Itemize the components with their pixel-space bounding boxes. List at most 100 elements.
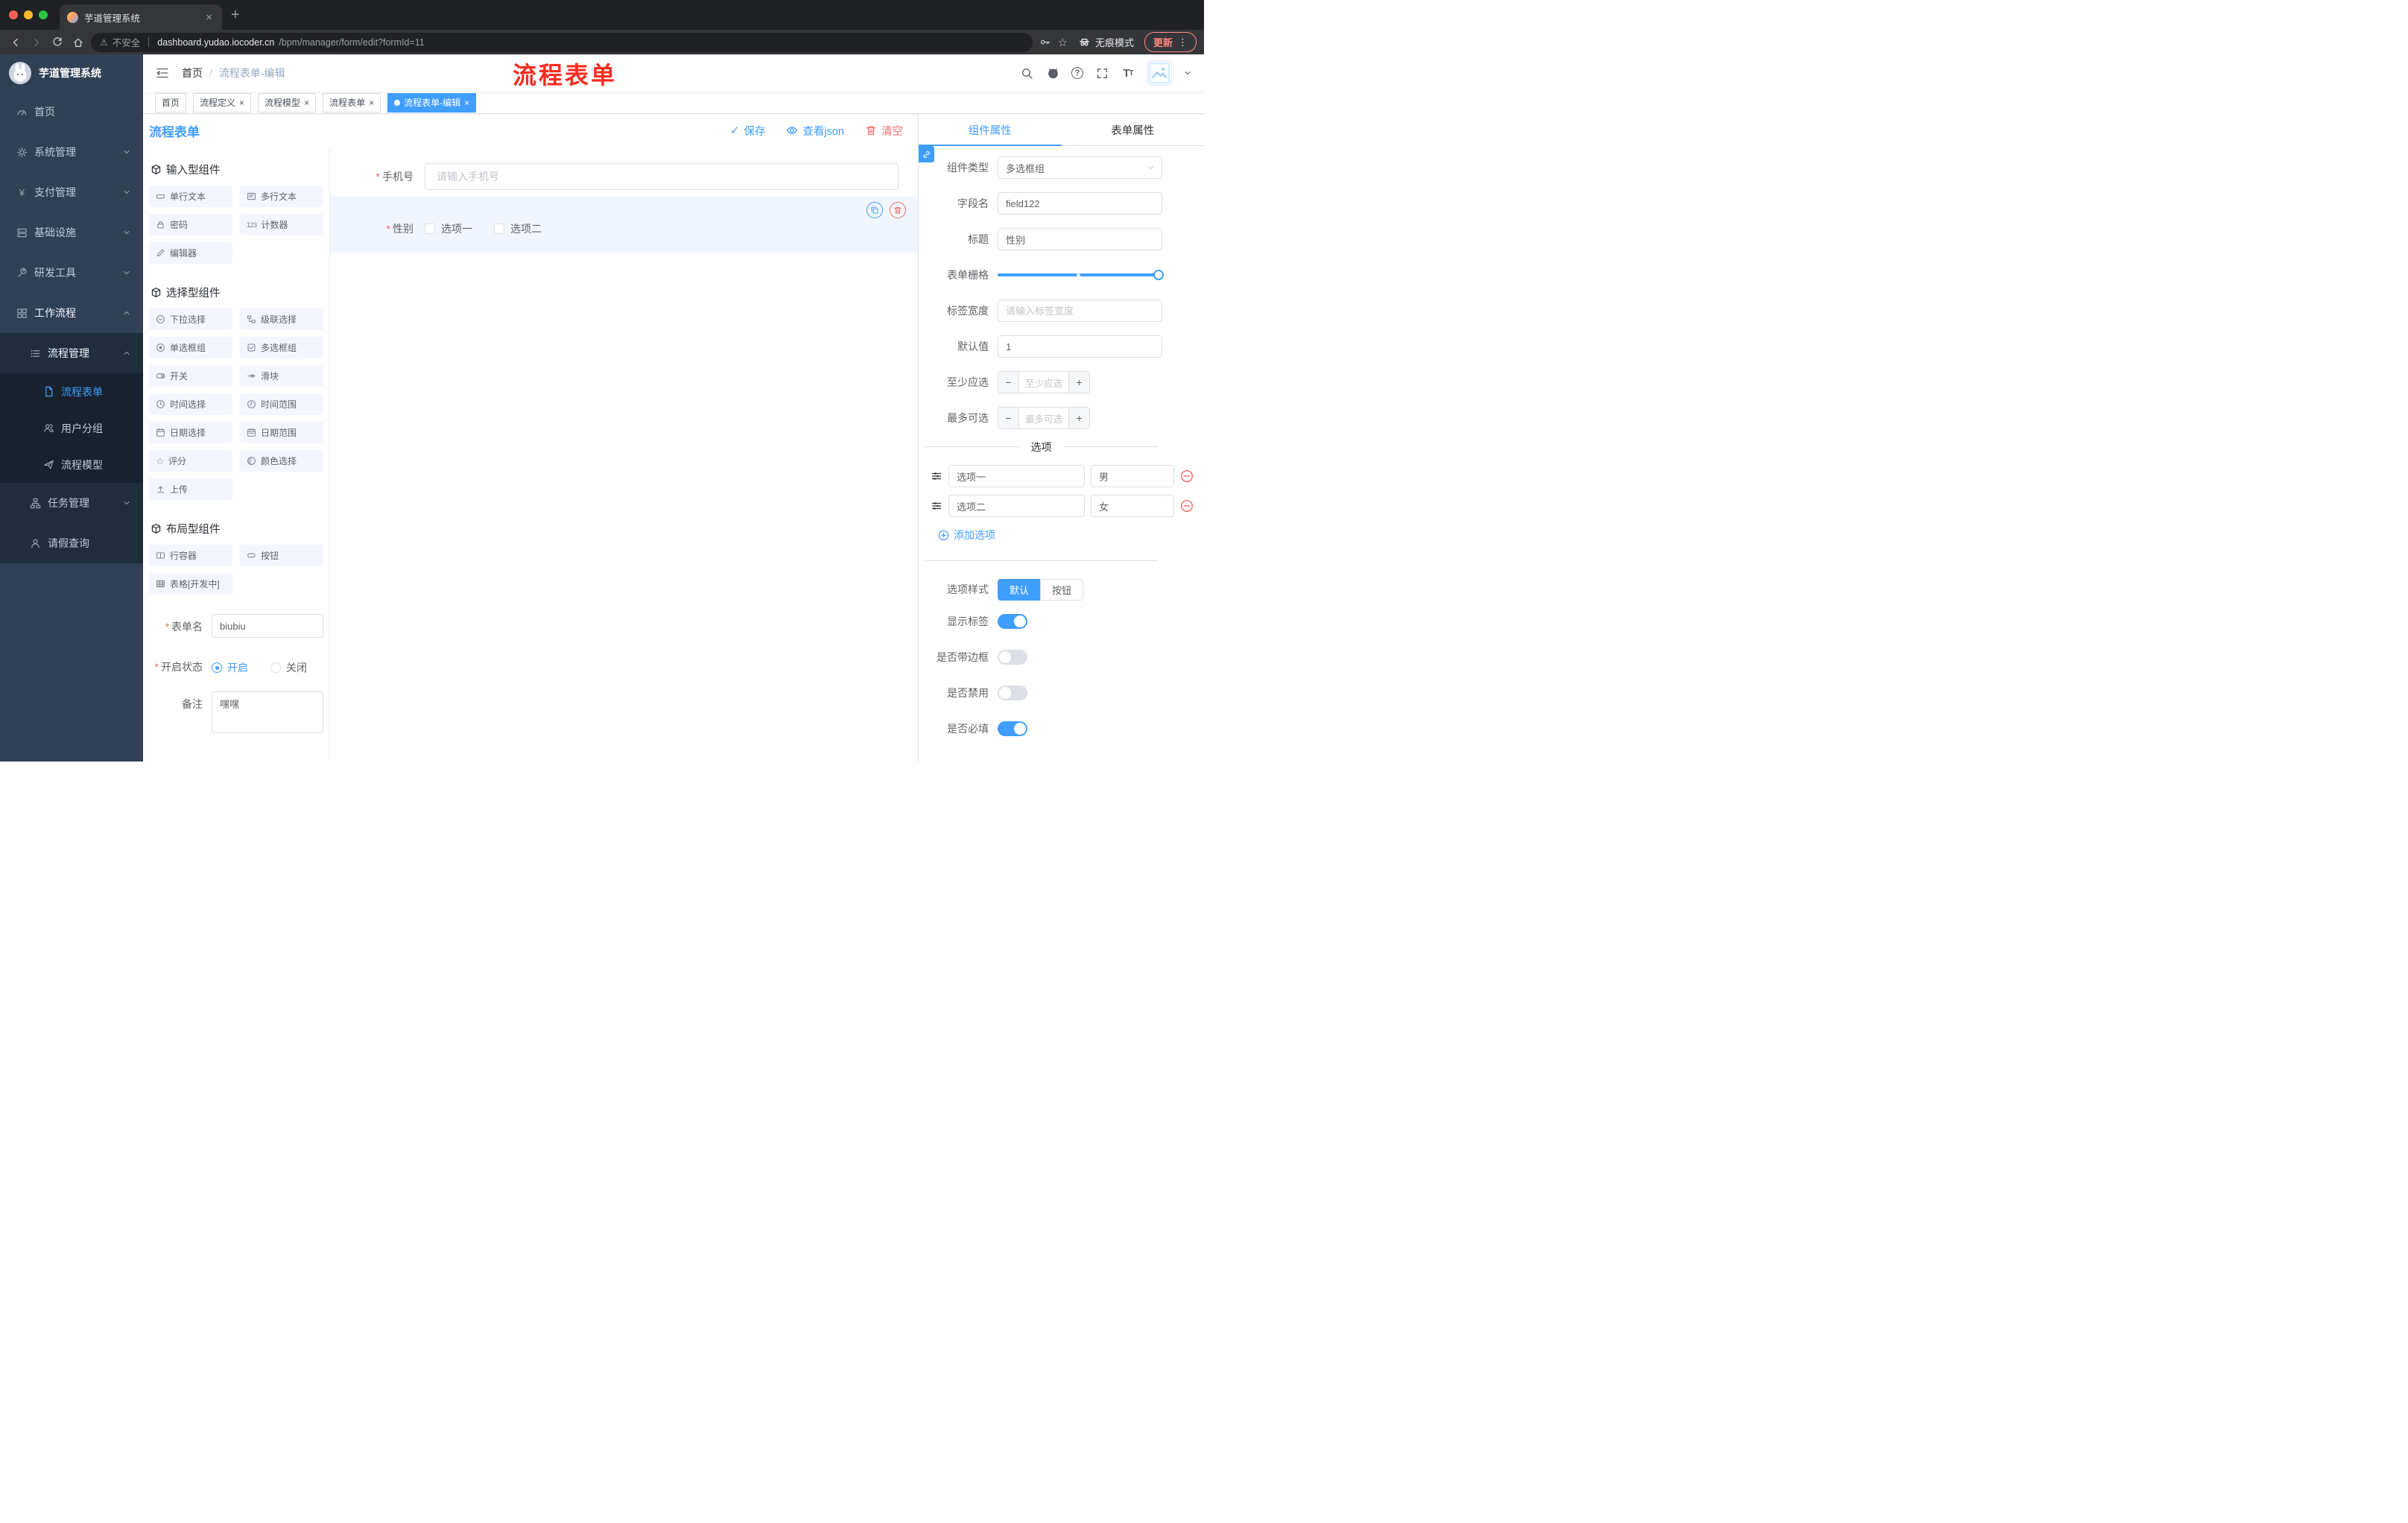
github-icon[interactable]	[1045, 66, 1060, 80]
component-chip-cascader[interactable]: 级联选择	[240, 308, 323, 330]
slider-thumb[interactable]	[1153, 270, 1164, 280]
style-default-button[interactable]: 默认	[998, 578, 1042, 601]
tab-component-props[interactable]: 组件属性	[919, 114, 1062, 146]
tab-close-icon[interactable]: ×	[203, 11, 215, 24]
tag-close-icon[interactable]: ×	[369, 98, 374, 108]
phone-input[interactable]	[425, 163, 899, 190]
component-chip-time-range[interactable]: 时间范围	[240, 393, 323, 415]
tab-form-props[interactable]: 表单属性	[1062, 114, 1205, 145]
sidebar-item-payment[interactable]: ¥ 支付管理	[0, 172, 143, 212]
show-label-toggle[interactable]	[998, 613, 1027, 629]
tag-process-form-edit[interactable]: 流程表单-编辑 ×	[387, 92, 477, 113]
save-button[interactable]: ✓ 保存	[730, 123, 766, 139]
required-toggle[interactable]	[998, 721, 1027, 736]
fullscreen-icon[interactable]	[1094, 66, 1109, 80]
sidebar-item-process-management[interactable]: 流程管理	[0, 333, 143, 373]
selected-widget-gender[interactable]: * 性别 选项一 选项二	[330, 197, 918, 253]
add-option-button[interactable]: 添加选项	[938, 528, 995, 542]
component-chip-table[interactable]: 表格[开发中]	[149, 573, 232, 595]
breadcrumb-home[interactable]: 首页	[182, 66, 203, 80]
max-select-value[interactable]: 最多可选	[1019, 408, 1068, 428]
component-chip-editor[interactable]: 编辑器	[149, 242, 232, 264]
browser-menu-icon[interactable]: ⋮	[1178, 37, 1188, 48]
forward-icon[interactable]	[28, 34, 45, 51]
component-type-select[interactable]: 多选框组	[998, 156, 1162, 179]
component-chip-date-range[interactable]: 日期范围	[240, 422, 323, 443]
component-chip-button[interactable]: 按钮	[240, 545, 323, 566]
component-chip-slider[interactable]: 滑块	[240, 365, 323, 387]
search-icon[interactable]	[1019, 66, 1034, 80]
option1-label-input[interactable]	[948, 465, 1085, 487]
tag-close-icon[interactable]: ×	[239, 98, 244, 108]
back-icon[interactable]	[7, 34, 24, 51]
sidebar-toggle-icon[interactable]	[155, 66, 170, 80]
default-value-input[interactable]	[998, 335, 1162, 358]
view-json-button[interactable]: 查看json	[786, 123, 844, 139]
form-name-input[interactable]	[212, 614, 323, 638]
option2-value-input[interactable]	[1091, 495, 1174, 517]
component-chip-counter[interactable]: 123 计数器	[240, 214, 323, 235]
form-grid-slider[interactable]	[998, 264, 1164, 286]
remove-option-icon[interactable]	[1180, 499, 1194, 513]
option1-value-input[interactable]	[1091, 465, 1174, 487]
bookmark-star-icon[interactable]: ☆	[1058, 36, 1068, 49]
sidebar-item-dev-tools[interactable]: 研发工具	[0, 253, 143, 293]
remove-option-icon[interactable]	[1180, 469, 1194, 483]
tag-close-icon[interactable]: ×	[464, 98, 469, 108]
address-bar[interactable]: ⚠ 不安全 dashboard.yudao.iocoder.cn/bpm/man…	[91, 32, 1033, 52]
component-chip-password[interactable]: 密码	[149, 214, 232, 235]
component-chip-single-line-text[interactable]: 单行文本	[149, 186, 232, 207]
user-avatar[interactable]	[1147, 60, 1172, 86]
zoom-window-button[interactable]	[39, 10, 48, 19]
component-chip-select[interactable]: 下拉选择	[149, 308, 232, 330]
browser-tab[interactable]: 芋道管理系统 ×	[60, 4, 222, 30]
drag-handle-icon[interactable]	[931, 500, 942, 512]
avatar-caret-icon[interactable]	[1183, 69, 1192, 77]
label-width-input[interactable]	[998, 300, 1162, 322]
status-off-radio[interactable]: 关闭	[270, 660, 307, 675]
component-chip-time-picker[interactable]: 时间选择	[149, 393, 232, 415]
increase-icon[interactable]: +	[1068, 408, 1089, 428]
component-chip-row-container[interactable]: 行容器	[149, 545, 232, 566]
decrease-icon[interactable]: −	[998, 372, 1019, 393]
delete-widget-button[interactable]	[890, 202, 906, 218]
increase-icon[interactable]: +	[1068, 372, 1089, 393]
browser-update-button[interactable]: 更新 ⋮	[1144, 32, 1197, 52]
tag-process-model[interactable]: 流程模型 ×	[258, 92, 317, 113]
gender-option2-checkbox[interactable]: 选项二	[494, 221, 542, 236]
sidebar-item-workflow[interactable]: 工作流程	[0, 293, 143, 333]
status-on-radio[interactable]: 开启	[212, 660, 248, 675]
logo-area[interactable]: 芋道管理系统	[0, 54, 143, 92]
tag-close-icon[interactable]: ×	[304, 98, 309, 108]
component-chip-date-picker[interactable]: 日期选择	[149, 422, 232, 443]
drag-handle-icon[interactable]	[931, 470, 942, 482]
title-input[interactable]	[998, 228, 1162, 250]
sidebar-item-system[interactable]: 系统管理	[0, 132, 143, 172]
style-button-button[interactable]: 按钮	[1040, 578, 1084, 601]
option2-label-input[interactable]	[948, 495, 1085, 517]
tag-home[interactable]: 首页	[155, 92, 187, 113]
help-icon[interactable]: ?	[1071, 67, 1083, 79]
link-badge[interactable]	[919, 146, 934, 162]
component-chip-color-picker[interactable]: 颜色选择	[240, 450, 323, 472]
sidebar-item-user-group[interactable]: 用户分组	[0, 410, 143, 446]
decrease-icon[interactable]: −	[998, 408, 1019, 428]
field-name-input[interactable]	[998, 192, 1162, 215]
sidebar-item-task-management[interactable]: 任务管理	[0, 483, 143, 523]
disabled-toggle[interactable]	[998, 685, 1027, 700]
component-chip-upload[interactable]: 上传	[149, 478, 232, 500]
tag-process-definition[interactable]: 流程定义 ×	[193, 92, 252, 113]
component-chip-checkbox-group[interactable]: 多选框组	[240, 337, 323, 358]
clear-button[interactable]: 清空	[865, 123, 903, 139]
component-chip-radio-group[interactable]: 单选框组	[149, 337, 232, 358]
component-chip-switch[interactable]: 开关	[149, 365, 232, 387]
font-size-icon[interactable]: TT	[1121, 66, 1135, 80]
sidebar-item-process-model[interactable]: 流程模型	[0, 446, 143, 483]
gender-option1-checkbox[interactable]: 选项一	[425, 221, 472, 236]
min-select-value[interactable]: 至少应选	[1019, 372, 1068, 393]
tag-process-form[interactable]: 流程表单 ×	[323, 92, 381, 113]
minimize-window-button[interactable]	[24, 10, 33, 19]
sidebar-item-leave-query[interactable]: 请假查询	[0, 523, 143, 563]
sidebar-item-infrastructure[interactable]: 基础设施	[0, 212, 143, 253]
component-chip-rate[interactable]: ☆ 评分	[149, 450, 232, 472]
